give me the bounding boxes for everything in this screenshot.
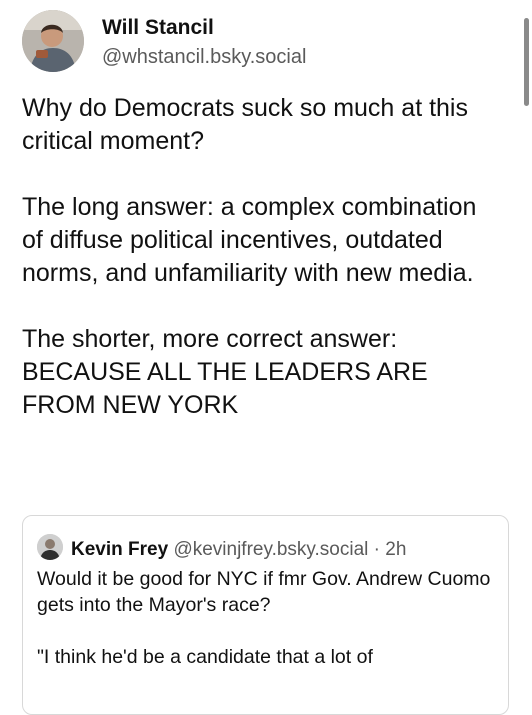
author-avatar[interactable]: [22, 10, 84, 72]
quoted-author-name[interactable]: Kevin Frey: [71, 539, 168, 560]
post-text: Why do Democrats suck so much at this cr…: [22, 92, 502, 422]
quoted-post-card[interactable]: Kevin Frey @kevinjfrey.bsky.social · 2h …: [22, 515, 509, 715]
quoted-post-text: Would it be good for NYC if fmr Gov. And…: [37, 566, 497, 670]
quoted-author-handle[interactable]: @kevinjfrey.bsky.social: [173, 539, 368, 560]
quoted-post-time[interactable]: 2h: [385, 539, 406, 560]
quoted-author-avatar[interactable]: [37, 534, 63, 560]
post-paragraph: The long answer: a complex combination o…: [22, 193, 477, 287]
post-paragraph: The shorter, more correct answer: BECAUS…: [22, 325, 428, 419]
quoted-post-paragraph: "I think he'd be a candidate that a lot …: [37, 646, 373, 668]
quoted-post-header: Kevin Frey @kevinjfrey.bsky.social · 2h: [37, 534, 406, 563]
quoted-post-paragraph: Would it be good for NYC if fmr Gov. And…: [37, 568, 491, 616]
scrollbar[interactable]: [524, 18, 529, 106]
author-name[interactable]: Will Stancil: [102, 14, 214, 42]
author-handle[interactable]: @whstancil.bsky.social: [102, 44, 306, 70]
separator-dot: ·: [373, 539, 380, 560]
post-paragraph: Why do Democrats suck so much at this cr…: [22, 94, 468, 155]
